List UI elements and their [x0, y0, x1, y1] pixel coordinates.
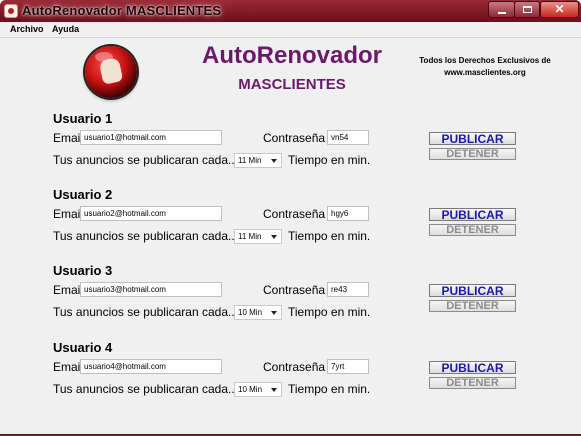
- interval-select[interactable]: 11 Min: [234, 153, 282, 168]
- interval-label: Tus anuncios se publicaran cada...: [53, 153, 238, 167]
- email-field[interactable]: usuario2@hotmail.com: [80, 206, 222, 221]
- maximize-button[interactable]: [514, 1, 540, 18]
- chevron-down-icon: [271, 388, 277, 392]
- title-bar[interactable]: AutoRenovador MASCLIENTES ✕: [0, 0, 581, 22]
- publish-button[interactable]: PUBLICAR: [429, 361, 516, 374]
- password-field[interactable]: vn54: [327, 130, 369, 145]
- maximize-icon: [523, 6, 532, 13]
- interval-value: 10 Min: [238, 385, 263, 394]
- user-section-3: Usuario 3 Email usuario3@hotmail.com Con…: [0, 263, 581, 333]
- publish-button[interactable]: PUBLICAR: [429, 284, 516, 297]
- stop-button[interactable]: DETENER: [429, 224, 516, 236]
- publish-button[interactable]: PUBLICAR: [429, 208, 516, 221]
- window-title: AutoRenovador MASCLIENTES: [22, 3, 222, 18]
- time-unit-label: Tiempo en min.: [288, 153, 371, 167]
- email-label: Email: [53, 207, 84, 221]
- interval-label: Tus anuncios se publicaran cada...: [53, 305, 238, 319]
- password-label: Contraseña: [263, 131, 326, 145]
- interval-label: Tus anuncios se publicaran cada...: [53, 382, 238, 396]
- email-label: Email: [53, 131, 84, 145]
- password-field[interactable]: re43: [327, 282, 369, 297]
- interval-select[interactable]: 10 Min: [234, 305, 282, 320]
- app-subtitle: MASCLIENTES: [238, 76, 346, 93]
- email-label: Email: [53, 283, 84, 297]
- chevron-down-icon: [271, 235, 277, 239]
- password-label: Contraseña: [263, 283, 326, 297]
- menu-ayuda[interactable]: Ayuda: [52, 24, 79, 34]
- email-label: Email: [53, 360, 84, 374]
- minimize-icon: [498, 12, 506, 14]
- interval-select[interactable]: 11 Min: [234, 229, 282, 244]
- user-title: Usuario 4: [53, 340, 113, 355]
- user-title: Usuario 1: [53, 111, 113, 126]
- minimize-button[interactable]: [488, 1, 515, 18]
- time-unit-label: Tiempo en min.: [288, 229, 371, 243]
- email-field[interactable]: usuario3@hotmail.com: [80, 282, 222, 297]
- close-button[interactable]: ✕: [540, 1, 579, 18]
- stop-button[interactable]: DETENER: [429, 148, 516, 160]
- user-section-2: Usuario 2 Email usuario2@hotmail.com Con…: [0, 187, 581, 257]
- stop-button[interactable]: DETENER: [429, 377, 516, 389]
- chevron-down-icon: [271, 311, 277, 315]
- email-field[interactable]: usuario1@hotmail.com: [80, 130, 222, 145]
- email-field[interactable]: usuario4@hotmail.com: [80, 359, 222, 374]
- password-label: Contraseña: [263, 207, 326, 221]
- user-section-1: Usuario 1 Email usuario1@hotmail.com Con…: [0, 111, 581, 181]
- chevron-down-icon: [271, 159, 277, 163]
- password-field[interactable]: 7yrt: [327, 359, 369, 374]
- user-title: Usuario 2: [53, 187, 113, 202]
- close-icon: ✕: [554, 2, 565, 16]
- user-title: Usuario 3: [53, 263, 113, 278]
- app-window: AutoRenovador MASCLIENTES ✕ Archivo Ayud…: [0, 0, 581, 436]
- app-icon[interactable]: [4, 4, 18, 18]
- app-logo-icon: [85, 46, 137, 98]
- time-unit-label: Tiempo en min.: [288, 382, 371, 396]
- interval-value: 11 Min: [238, 156, 262, 165]
- rights-text: Todos los Derechos Exclusivos de: [419, 56, 551, 65]
- interval-select[interactable]: 10 Min: [234, 382, 282, 397]
- menu-archivo[interactable]: Archivo: [10, 24, 44, 34]
- publish-button[interactable]: PUBLICAR: [429, 132, 516, 145]
- stop-button[interactable]: DETENER: [429, 300, 516, 312]
- interval-label: Tus anuncios se publicaran cada...: [53, 229, 238, 243]
- main-panel: AutoRenovador MASCLIENTES Todos los Dere…: [0, 38, 581, 434]
- interval-value: 11 Min: [238, 232, 262, 241]
- password-label: Contraseña: [263, 360, 326, 374]
- password-field[interactable]: hgy6: [327, 206, 369, 221]
- rights-url: www.masclientes.org: [444, 68, 526, 77]
- menu-bar: Archivo Ayuda: [0, 22, 581, 38]
- time-unit-label: Tiempo en min.: [288, 305, 371, 319]
- user-section-4: Usuario 4 Email usuario4@hotmail.com Con…: [0, 340, 581, 410]
- interval-value: 10 Min: [238, 308, 263, 317]
- app-title: AutoRenovador: [202, 42, 382, 69]
